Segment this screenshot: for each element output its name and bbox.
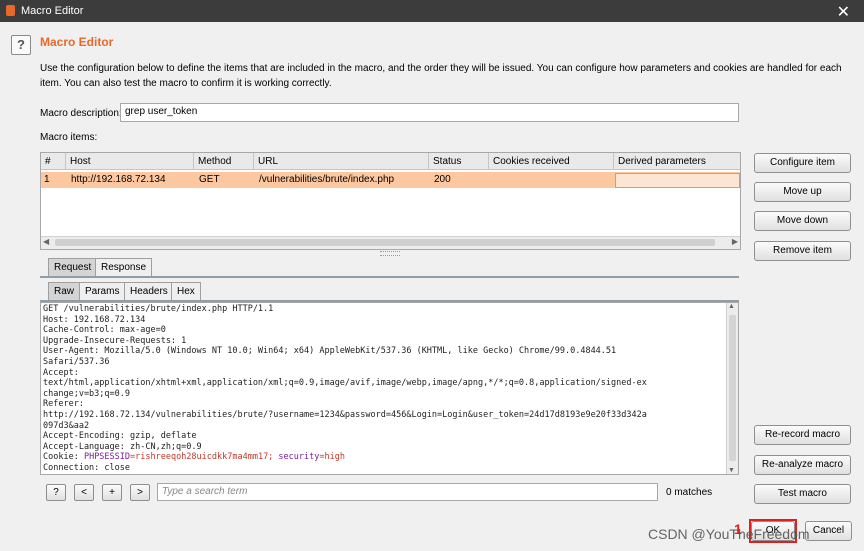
macro-items-label: Macro items: — [40, 132, 98, 143]
cookie-name: PHPSESSID — [83, 452, 131, 463]
cell-method: GET — [199, 174, 220, 185]
request-editor[interactable]: GET /vulnerabilities/brute/index.php HTT… — [40, 302, 739, 475]
help-icon[interactable]: ? — [11, 35, 31, 55]
page-title: Macro Editor — [40, 35, 114, 49]
header-line: Upgrade-Insecure-Requests: 1 — [43, 335, 187, 346]
header-line: Accept: — [43, 367, 79, 378]
search-help-button[interactable]: ? — [46, 484, 66, 501]
cell-derived[interactable] — [615, 173, 740, 188]
search-add-button[interactable]: + — [102, 484, 122, 501]
cookie-prefix: Cookie: — [43, 452, 84, 463]
window-title: Macro Editor — [21, 5, 84, 17]
tab-params[interactable]: Params — [79, 282, 126, 300]
request-text[interactable]: GET /vulnerabilities/brute/index.php HTT… — [41, 303, 738, 474]
test-macro-button[interactable]: Test macro — [754, 484, 851, 504]
rerecord-macro-button[interactable]: Re-record macro — [754, 425, 851, 445]
move-up-button[interactable]: Move up — [754, 182, 851, 202]
remove-item-button[interactable]: Remove item — [754, 241, 851, 261]
cancel-button[interactable]: Cancel — [805, 521, 852, 541]
tab-raw[interactable]: Raw — [48, 282, 81, 300]
header-line: 097d3&aa2 — [43, 420, 90, 431]
header-line: Safari/537.36 — [43, 356, 110, 367]
search-next-button[interactable]: > — [130, 484, 150, 501]
tab-divider — [40, 276, 739, 278]
col-header-status[interactable]: Status — [429, 153, 489, 170]
cookie-value: =high — [319, 452, 345, 463]
header-line: Referer: — [43, 399, 84, 410]
scroll-left-icon[interactable]: ◀ — [43, 237, 49, 246]
tab-request[interactable]: Request — [48, 258, 98, 276]
move-down-button[interactable]: Move down — [754, 211, 851, 231]
header-line: http://192.168.72.134/vulnerabilities/br… — [43, 409, 647, 420]
watermark: CSDN @YouTheFreedom — [648, 526, 810, 542]
table-horizontal-scrollbar[interactable]: ◀ ▶ — [41, 236, 740, 249]
header-line: Accept-Encoding: gzip, deflate — [43, 431, 197, 442]
scroll-down-icon[interactable]: ▼ — [728, 467, 735, 474]
header-line: text/html,application/xhtml+xml,applicat… — [43, 378, 647, 389]
search-input[interactable]: Type a search term — [157, 483, 658, 501]
col-header-num[interactable]: # — [41, 153, 66, 170]
macro-description-label: Macro description: — [40, 108, 122, 119]
description-text: Use the configuration below to define th… — [40, 63, 842, 89]
macro-items-table[interactable]: # Host Method URL Status Cookies receive… — [40, 152, 741, 250]
col-header-method[interactable]: Method — [194, 153, 254, 170]
scroll-up-icon[interactable]: ▲ — [728, 303, 735, 310]
col-header-url[interactable]: URL — [254, 153, 429, 170]
tab-hex[interactable]: Hex — [171, 282, 201, 300]
cell-host: http://192.168.72.134 — [71, 174, 166, 185]
scroll-thumb[interactable] — [729, 315, 736, 461]
request-line: GET /vulnerabilities/brute/index.php HTT… — [43, 304, 274, 314]
editor-vertical-scrollbar[interactable]: ▲ ▼ — [726, 303, 738, 474]
tab-headers[interactable]: Headers — [124, 282, 174, 300]
header-line: Host: 192.168.72.134 — [43, 314, 146, 325]
macro-description-input[interactable]: grep user_token — [120, 103, 739, 122]
header-line: change;v=b3;q=0.9 — [43, 388, 130, 399]
cookie-value: =rishreeqoh28uicdkk7ma4mm17; — [130, 452, 279, 463]
cell-status: 200 — [434, 174, 451, 185]
close-icon[interactable]: ✕ — [837, 2, 850, 22]
splitter-handle[interactable] — [380, 251, 400, 256]
col-header-host[interactable]: Host — [66, 153, 194, 170]
cookie-name: security — [278, 452, 320, 463]
header-line: Cache-Control: max-age=0 — [43, 325, 166, 336]
cookie-line: Cookie: PHPSESSID=rishreeqoh28uicdkk7ma4… — [43, 452, 345, 462]
app-icon — [6, 5, 15, 16]
match-count: 0 matches — [666, 487, 713, 498]
col-header-derived[interactable]: Derived parameters — [614, 153, 740, 170]
configure-item-button[interactable]: Configure item — [754, 153, 851, 173]
title-bar: Macro Editor ✕ — [0, 0, 864, 22]
col-header-cookies[interactable]: Cookies received — [489, 153, 614, 170]
header-line: Accept-Language: zh-CN,zh;q=0.9 — [43, 441, 202, 452]
table-row[interactable]: 1 http://192.168.72.134 GET /vulnerabili… — [41, 172, 740, 188]
reanalyze-macro-button[interactable]: Re-analyze macro — [754, 455, 851, 475]
search-prev-button[interactable]: < — [74, 484, 94, 501]
header-line: Connection: close — [43, 462, 130, 473]
scroll-right-icon[interactable]: ▶ — [732, 237, 738, 246]
header-line: User-Agent: Mozilla/5.0 (Windows NT 10.0… — [43, 346, 617, 357]
tab-response[interactable]: Response — [95, 258, 153, 276]
cell-url: /vulnerabilities/brute/index.php — [259, 174, 395, 185]
cell-num: 1 — [44, 174, 50, 185]
scroll-thumb[interactable] — [55, 239, 715, 246]
